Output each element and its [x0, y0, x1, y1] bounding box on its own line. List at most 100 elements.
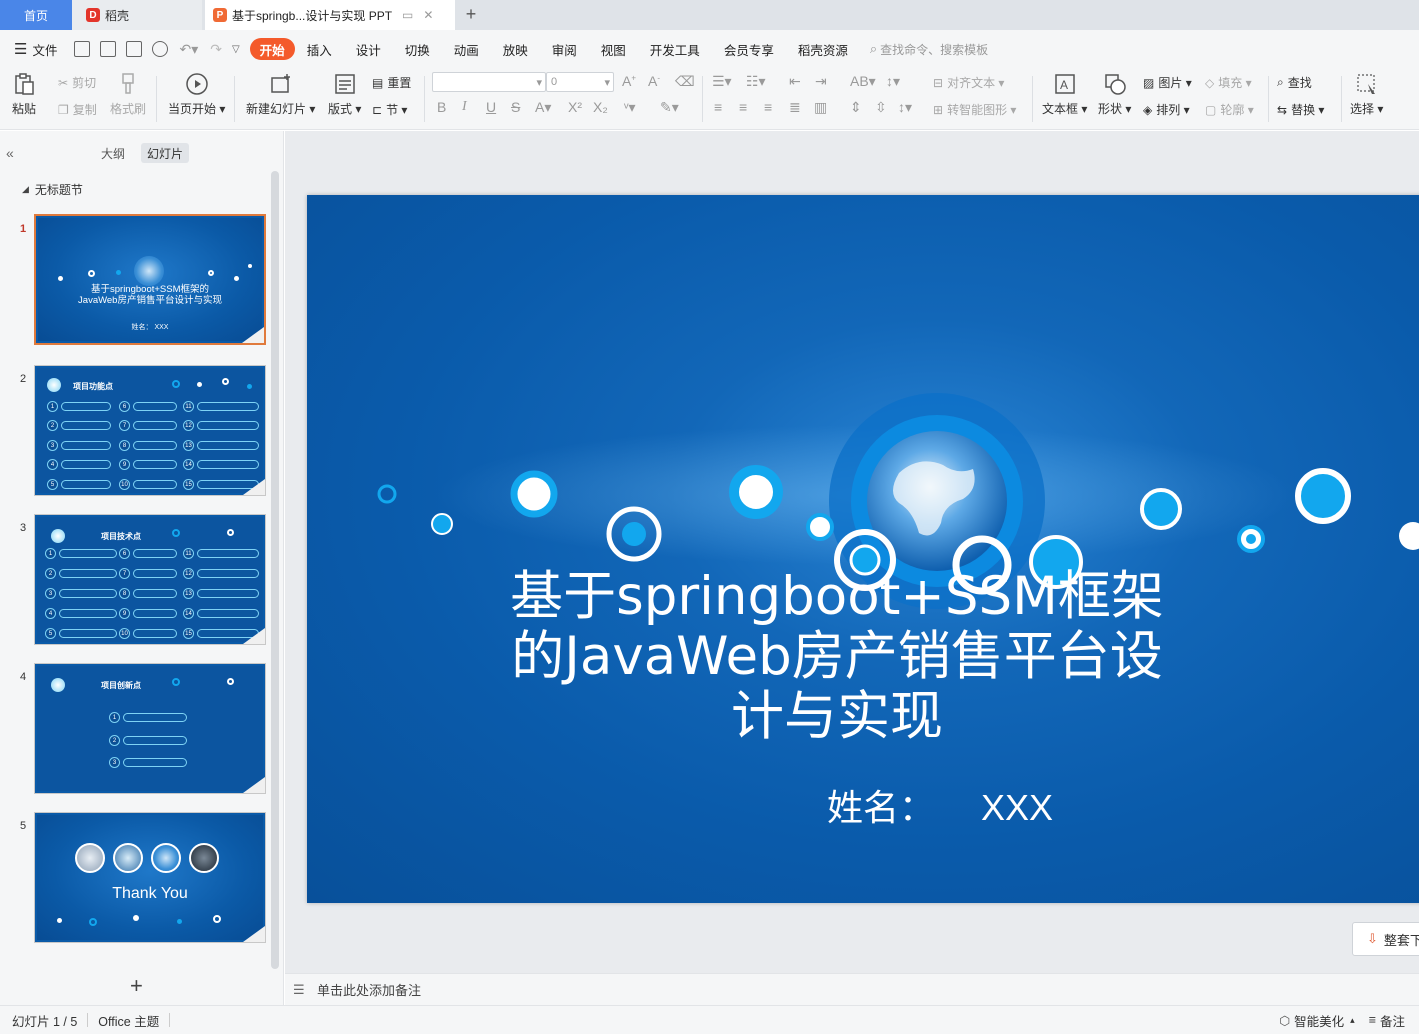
quick-access-dropdown-icon[interactable]: ▽: [232, 44, 240, 55]
superscript-icon[interactable]: X²: [568, 99, 582, 115]
slide-canvas[interactable]: 基于springboot+SSM框架的JavaWeb房产销售平台设计与实现 姓名…: [307, 195, 1419, 903]
whole-set-download-button[interactable]: ⇩ 整套下载: [1352, 922, 1419, 956]
subscript-icon[interactable]: X₂: [593, 99, 608, 115]
picture-button[interactable]: ▨ 图片 ▾: [1143, 74, 1192, 91]
tab-document[interactable]: P 基于springb...设计与实现 PPT ▭ ✕: [205, 0, 455, 30]
font-family-select[interactable]: ▾: [432, 72, 546, 92]
text-direction-icon[interactable]: AB▾: [850, 73, 876, 90]
thumbnail-scrollbar[interactable]: [271, 171, 279, 969]
smart-art-button[interactable]: ⊞ 转智能图形 ▾: [933, 101, 1016, 118]
cut-button[interactable]: ✂ 剪切: [58, 74, 96, 91]
select-button[interactable]: 选择 ▾: [1350, 72, 1383, 117]
increase-font-icon[interactable]: A+: [622, 73, 636, 89]
slide-subtitle[interactable]: 姓名： XXX: [827, 779, 1053, 831]
layout-button[interactable]: 版式 ▾: [328, 72, 361, 117]
align-right-icon[interactable]: ≡: [764, 99, 772, 115]
slide-thumbnail-4[interactable]: 项目创新点 1 2 3: [34, 663, 266, 794]
find-button[interactable]: ⌕ 查找: [1277, 74, 1312, 91]
new-slide-button[interactable]: 新建幻灯片 ▾: [246, 72, 315, 117]
hamburger-icon[interactable]: ☰: [14, 40, 27, 58]
menu-daoke-resources[interactable]: 稻壳资源: [786, 38, 860, 60]
section-button[interactable]: ⊏ 节 ▾: [372, 101, 407, 118]
phonetic-icon[interactable]: ᵛ▾: [624, 99, 636, 116]
thumbnail-title: 项目创新点: [101, 681, 141, 690]
format-painter-button[interactable]: 格式刷: [110, 72, 146, 117]
menu-design[interactable]: 设计: [344, 38, 393, 60]
tab-home[interactable]: 首页: [0, 0, 72, 30]
slide-title[interactable]: 基于springboot+SSM框架的JavaWeb房产销售平台设计与实现: [507, 567, 1167, 747]
float-window-icon[interactable]: ▭: [402, 8, 413, 22]
line-spacing-icon[interactable]: ↕▾: [886, 73, 900, 90]
bullets-icon[interactable]: ☰▾: [712, 73, 732, 90]
notes-pane[interactable]: ☰ 单击此处添加备注: [285, 973, 1419, 1005]
tab-slides[interactable]: 幻灯片: [141, 143, 190, 163]
slide-thumbnail-2[interactable]: 项目功能点 1 6 11 2 7 12 3 8 13 4 9 14 5 10 1…: [34, 365, 266, 496]
strikethrough-icon[interactable]: S: [511, 99, 520, 115]
slide-thumbnail-3[interactable]: 项目技术点 1 6 11 2 7 12 3 8 13 4 9 14 5 10 1…: [34, 514, 266, 645]
menu-animation[interactable]: 动画: [442, 38, 491, 60]
decrease-font-icon[interactable]: A-: [648, 73, 660, 89]
numbering-icon[interactable]: ☷▾: [746, 73, 766, 90]
paste-button[interactable]: 粘贴: [12, 72, 36, 117]
bold-icon[interactable]: B: [437, 99, 446, 115]
menu-review[interactable]: 审阅: [540, 38, 589, 60]
print-icon[interactable]: [126, 41, 143, 57]
tab-daoke[interactable]: D 稻壳: [72, 0, 202, 30]
text-box-icon: A: [1054, 74, 1075, 94]
menu-developer[interactable]: 开发工具: [638, 38, 712, 60]
menu-view[interactable]: 视图: [589, 38, 638, 60]
undo-icon[interactable]: ↶▾: [179, 41, 198, 58]
new-tab-button[interactable]: +: [460, 4, 482, 25]
font-size-select[interactable]: 0 ▾: [546, 72, 614, 92]
fill-button[interactable]: ◇ 填充 ▾: [1205, 74, 1252, 91]
shape-button[interactable]: 形状 ▾: [1098, 72, 1131, 117]
justify-icon[interactable]: ≣: [789, 99, 801, 116]
print-preview-icon[interactable]: [152, 41, 169, 57]
align-center-icon[interactable]: ≡: [739, 99, 747, 115]
notes-toggle-button[interactable]: ≡ 备注: [1369, 1011, 1405, 1030]
menu-start[interactable]: 开始: [249, 38, 295, 60]
align-text-button[interactable]: ⊟ 对齐文本 ▾: [933, 74, 1004, 91]
replace-button[interactable]: ⇆ 替换 ▾: [1277, 101, 1324, 118]
menu-file[interactable]: 文件: [27, 38, 69, 60]
outline-button[interactable]: ▢ 轮廓 ▾: [1205, 101, 1254, 118]
arrange-button[interactable]: ◈ 排列 ▾: [1143, 101, 1190, 118]
menu-insert[interactable]: 插入: [295, 38, 344, 60]
highlight-icon[interactable]: ✎▾: [660, 99, 679, 116]
menu-slideshow[interactable]: 放映: [491, 38, 540, 60]
reset-icon: ▤: [372, 75, 384, 90]
close-tab-icon[interactable]: ✕: [423, 8, 433, 22]
text-box-button[interactable]: A 文本框 ▾: [1042, 72, 1087, 117]
decrease-indent-icon[interactable]: ⇤: [789, 73, 801, 90]
collapse-panel-icon[interactable]: «: [6, 145, 14, 161]
reset-button[interactable]: ▤ 重置: [372, 74, 411, 91]
tab-outline[interactable]: 大纲: [95, 143, 131, 163]
underline-icon[interactable]: U: [486, 99, 496, 115]
section-collapse-icon[interactable]: ◢: [22, 184, 29, 195]
menu-member[interactable]: 会员专享: [712, 38, 786, 60]
spacing-options-icon[interactable]: ↕▾: [898, 99, 912, 116]
save-icon[interactable]: [74, 41, 91, 57]
align-left-icon[interactable]: ≡: [714, 99, 722, 115]
clear-format-icon[interactable]: ⌫: [675, 73, 695, 90]
increase-indent-icon[interactable]: ⇥: [815, 73, 827, 90]
play-from-current-button[interactable]: 当页开始 ▾: [168, 72, 225, 117]
command-search[interactable]: ⌕ 查找命令、搜索模板: [870, 41, 988, 58]
font-color-icon[interactable]: A▾: [535, 99, 551, 116]
smart-beautify-button[interactable]: ⬡ 智能美化 ▴: [1279, 1011, 1354, 1030]
paragraph-spacing-icon[interactable]: ⇕: [850, 99, 862, 116]
slide-thumbnail-5[interactable]: Thank You: [34, 812, 266, 943]
italic-icon[interactable]: I: [462, 99, 467, 115]
section-header[interactable]: ◢ 无标题节: [22, 181, 83, 198]
menu-transition[interactable]: 切换: [393, 38, 442, 60]
copy-button[interactable]: ❐ 复制: [58, 101, 97, 118]
slide-thumbnail-1[interactable]: 基于springboot+SSM框架的JavaWeb房产销售平台设计与实现 姓名…: [34, 214, 266, 345]
theme-name[interactable]: Office 主题: [98, 1011, 159, 1030]
columns-icon[interactable]: ⇳: [875, 99, 887, 116]
redo-icon[interactable]: ↷: [210, 41, 222, 58]
arrange-label: 排列 ▾: [1156, 103, 1190, 117]
add-slide-button[interactable]: +: [130, 973, 143, 999]
distributed-icon[interactable]: ▥: [814, 99, 827, 116]
globe-icon: [134, 256, 164, 286]
export-icon[interactable]: [100, 41, 117, 57]
